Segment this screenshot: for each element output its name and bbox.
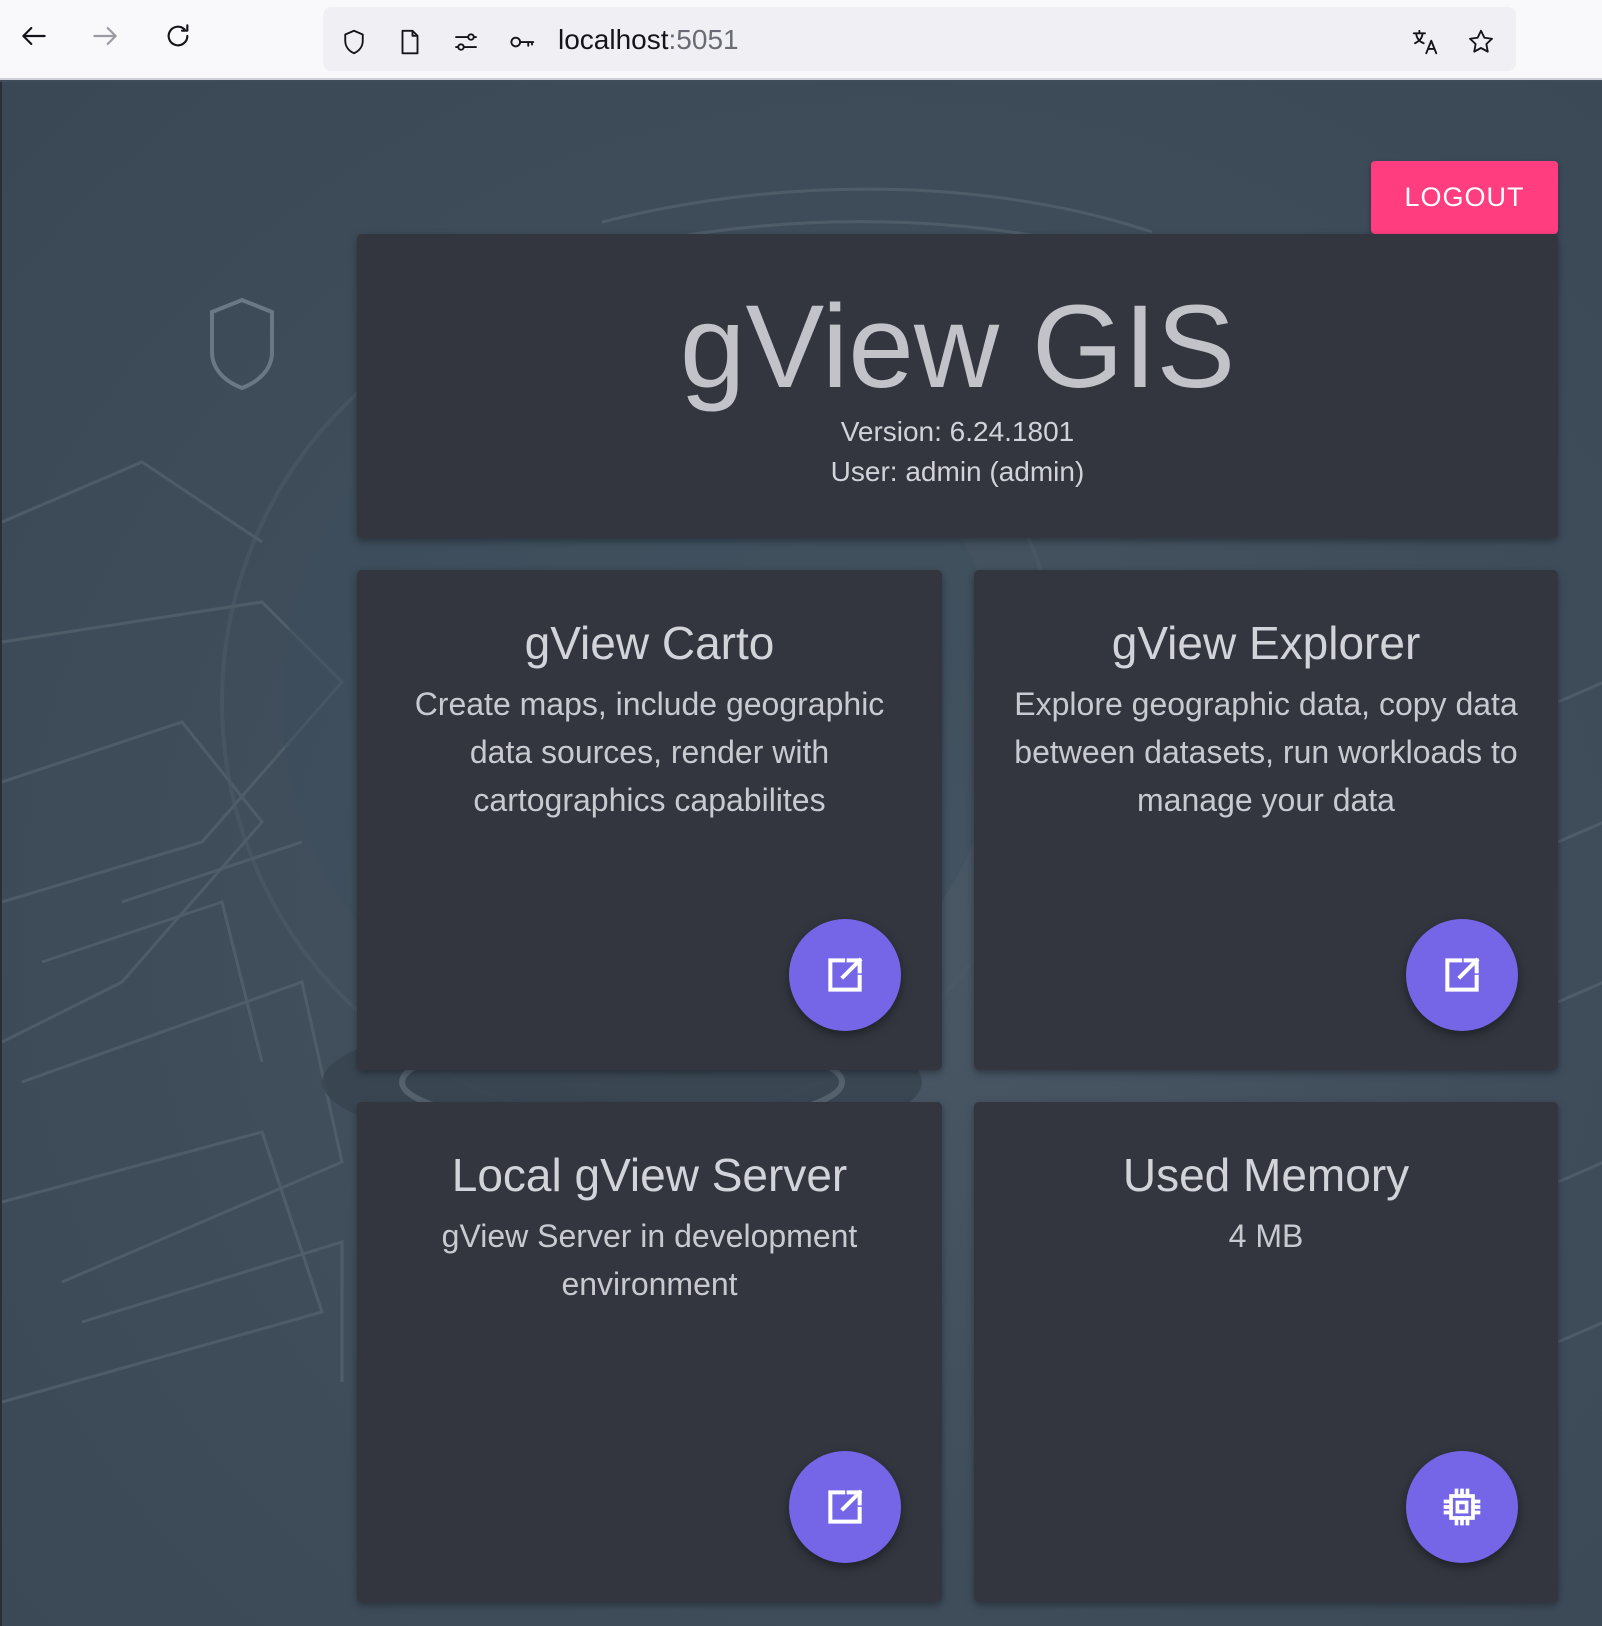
url-host: localhost <box>558 24 669 55</box>
open-gview-carto-button[interactable] <box>789 919 901 1031</box>
browser-toolbar: localhost:5051 <box>0 0 1602 80</box>
open-in-new-icon <box>828 1489 863 1524</box>
tile-description: Create maps, include geographic data sou… <box>414 686 885 818</box>
shield-icon[interactable] <box>339 27 369 57</box>
open-local-gview-server-button[interactable] <box>789 1451 901 1563</box>
memory-value: 4 MB <box>1228 1218 1304 1254</box>
translate-icon[interactable] <box>1410 27 1440 57</box>
bookmark-star-icon[interactable] <box>1466 27 1496 57</box>
page-content: LOGOUT gView GIS Version: 6.24.1801 User… <box>0 82 1602 1626</box>
open-gview-explorer-button[interactable] <box>1406 919 1518 1031</box>
url-port: :5051 <box>668 24 739 55</box>
header-card: gView GIS Version: 6.24.1801 User: admin… <box>357 234 1558 538</box>
tile-title: Used Memory <box>1122 1149 1410 1201</box>
memory-chip-icon <box>1443 1488 1481 1526</box>
version-text: Version: 6.24.1801 <box>840 416 1075 447</box>
tile-description: gView Server in development environment <box>441 1218 858 1302</box>
tile-local-gview-server: Local gView Server gView Server in devel… <box>357 1102 942 1602</box>
tile-gview-carto: gView Carto Create maps, include geograp… <box>357 570 942 1070</box>
tile-used-memory: Used Memory 4 MB <box>974 1102 1558 1602</box>
page-icon[interactable] <box>395 27 425 57</box>
memory-button[interactable] <box>1406 1451 1518 1563</box>
open-in-new-icon <box>828 957 863 992</box>
forward-arrow-icon[interactable] <box>85 16 125 56</box>
tile-description: Explore geographic data, copy data betwe… <box>1014 686 1518 818</box>
user-text: User: admin (admin) <box>830 456 1085 487</box>
permissions-icon[interactable] <box>451 27 481 57</box>
key-icon[interactable] <box>507 27 537 57</box>
back-arrow-icon[interactable] <box>14 16 54 56</box>
tile-gview-explorer: gView Explorer Explore geographic data, … <box>974 570 1558 1070</box>
tile-title: Local gView Server <box>451 1149 848 1201</box>
tile-title: gView Carto <box>524 617 775 669</box>
url-bar[interactable]: localhost:5051 <box>323 7 1516 71</box>
open-in-new-icon <box>1445 957 1480 992</box>
tile-title: gView Explorer <box>1111 617 1421 669</box>
url-text[interactable]: localhost:5051 <box>558 24 739 56</box>
app-title: gView GIS <box>679 281 1236 413</box>
reload-icon[interactable] <box>158 16 198 56</box>
logout-button[interactable]: LOGOUT <box>1371 161 1558 234</box>
